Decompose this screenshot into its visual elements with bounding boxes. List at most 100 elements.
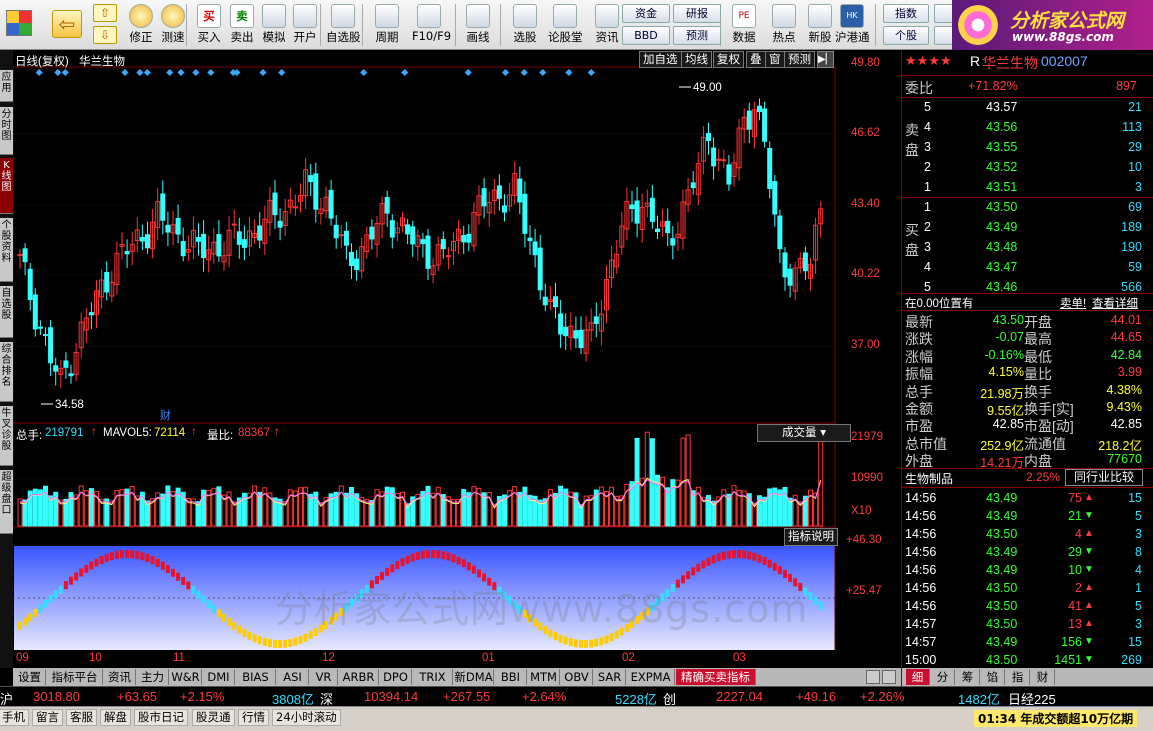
indicator-help-button[interactable]: 指标说明	[784, 528, 838, 546]
indicator-tab[interactable]: ARBR	[339, 669, 379, 685]
toolbar-button-5[interactable]: 模拟	[257, 2, 291, 48]
indicator-tab[interactable]: W&R	[170, 669, 202, 685]
panel-tab[interactable]: 细	[906, 669, 930, 685]
panel-tab[interactable]: 馅	[981, 669, 1005, 685]
status-button[interactable]: 客服	[66, 709, 97, 726]
industry-compare-button[interactable]: 同行业比较	[1065, 469, 1143, 486]
toolbar-button-12[interactable]: 论股堂	[548, 2, 583, 48]
status-button[interactable]: 留言	[32, 709, 63, 726]
news-ticker[interactable]: 01:34 年成交额超10万亿期	[974, 710, 1138, 727]
left-tab-1[interactable]: 应用	[0, 70, 13, 102]
indicator-bar	[53, 590, 58, 599]
level-volume: 21	[1128, 100, 1142, 114]
panel-tab[interactable]: 分	[931, 669, 955, 685]
chart-top-button[interactable]: 预测	[784, 51, 815, 68]
arrow-up-icon[interactable]: ⇧	[93, 4, 117, 22]
indicator-tab[interactable]: 设置	[14, 669, 46, 685]
indicator-tab[interactable]: SAR	[594, 669, 626, 685]
left-tab-2[interactable]: 分时图	[0, 107, 13, 155]
toolbar-button-11[interactable]: 选股	[508, 2, 542, 48]
tick-volume: 2	[1075, 581, 1082, 595]
tab-scroll-right-icon[interactable]: ▶	[882, 670, 896, 684]
trade-tick-row: 14:56 43.49 29 ▼ 8	[902, 544, 1153, 562]
indicator-tab[interactable]: 精确买卖指标	[676, 669, 756, 685]
indicator-tab[interactable]: 指标平台	[47, 669, 103, 685]
indicator-tab[interactable]: DPO	[380, 669, 412, 685]
vol-arrow-icon: ↑	[91, 426, 97, 438]
indicator-tab[interactable]: BBI	[495, 669, 527, 685]
toolbar-button-7[interactable]: 自选股	[326, 2, 361, 48]
status-button[interactable]: 24小时滚动	[272, 709, 341, 726]
indicator-tab[interactable]: 新DMA	[454, 669, 494, 685]
indicator-tab[interactable]: MTM	[528, 669, 560, 685]
grid-logo-icon[interactable]	[6, 10, 32, 36]
volume-dropdown[interactable]: 成交量 ▾	[757, 424, 851, 442]
chart-top-button[interactable]: 均线	[681, 51, 712, 68]
chart-top-button[interactable]: 窗	[765, 51, 785, 68]
indicator-tab[interactable]: TRIX	[413, 669, 453, 685]
toolbar-button-3[interactable]: 买买入	[192, 2, 226, 48]
sh-value: 3018.80	[33, 689, 80, 704]
status-button[interactable]: 解盘	[100, 709, 131, 726]
indicator-tab[interactable]: ASI	[277, 669, 309, 685]
chart-top-button[interactable]: 叠	[746, 51, 766, 68]
chart-canvas[interactable]: 49.00 34.58 财	[13, 50, 901, 668]
toolbar-small-button[interactable]: 个股	[883, 26, 929, 45]
toolbar-small-button[interactable]: 研报	[673, 4, 721, 23]
indicator-tab[interactable]: DMI	[203, 669, 235, 685]
indicator-bar	[405, 555, 410, 564]
industry-name[interactable]: 生物制品	[905, 470, 953, 487]
toolbar-button-6[interactable]: 开户	[288, 2, 322, 48]
indicator-tab[interactable]: BIAS	[236, 669, 276, 685]
toolbar-button-9[interactable]: F10/F9	[412, 2, 451, 48]
indicator-bar	[94, 558, 99, 567]
toolbar-small-button[interactable]: 预测	[673, 26, 721, 45]
close-panel-icon[interactable]: ▶▏	[817, 51, 834, 68]
panel-tab[interactable]: 指	[1006, 669, 1030, 685]
arrow-down-icon[interactable]: ⇩	[93, 26, 117, 44]
chart-top-button[interactable]: 加自选	[639, 51, 682, 68]
indicator-tab[interactable]: EXPMA	[627, 669, 675, 685]
toolbar-button-14[interactable]: PE 数据	[727, 2, 761, 48]
left-tab-5[interactable]: 自选股	[0, 286, 13, 338]
toolbar-small-button[interactable]: 指数	[883, 4, 929, 23]
kline-chart-area[interactable]: 49.00 34.58 财 日线(复权) 华兰生物 加自选 均线 复权叠窗预测 ▶▏ 4…	[13, 50, 901, 668]
indicator-bar	[721, 551, 726, 560]
toolbar-button-1[interactable]: 修正	[124, 2, 158, 48]
toolbar-small-button[interactable]: BBD	[622, 26, 670, 45]
toolbar-small-button[interactable]: 资金	[622, 4, 670, 23]
tab-scroll-left-icon[interactable]: ◀	[866, 670, 880, 684]
toolbar-button-8[interactable]: 周期	[370, 2, 404, 48]
status-button[interactable]: 股市日记	[134, 709, 188, 726]
toolbar-button-2[interactable]: 测速	[156, 2, 190, 48]
detail-link[interactable]: 查看详细	[1092, 295, 1138, 311]
status-button[interactable]: 行情	[238, 709, 269, 726]
toolbar-button-13[interactable]: 资讯	[590, 2, 624, 48]
toolbar-button-17[interactable]: HK 沪港通	[835, 2, 870, 48]
monitor-icon	[513, 4, 537, 28]
panel-tab[interactable]: 筹	[956, 669, 980, 685]
indicator-tab[interactable]: VR	[310, 669, 338, 685]
status-button[interactable]: 手机	[0, 709, 29, 726]
panel-tab[interactable]: 财	[1031, 669, 1055, 685]
toolbar-button-4[interactable]: 卖卖出	[225, 2, 259, 48]
indicator-tab[interactable]: OBV	[561, 669, 593, 685]
left-tab-8[interactable]: 超级盘口	[0, 470, 13, 534]
left-tab-3[interactable]: K线图	[0, 158, 13, 214]
tick-volume: 13	[1068, 617, 1082, 631]
stock-name: 华兰生物	[982, 55, 1038, 71]
status-button[interactable]: 股灵通	[192, 709, 235, 726]
sell-order-link[interactable]: 卖单!	[1060, 295, 1086, 311]
back-arrow-icon[interactable]: ⇦	[52, 10, 82, 38]
toolbar-button-16[interactable]: 新股	[803, 2, 837, 48]
event-marker-icon	[35, 68, 43, 77]
indicator-tab[interactable]: 资讯	[104, 669, 136, 685]
left-tab-7[interactable]: 牛叉诊股	[0, 406, 13, 466]
brand-banner[interactable]: 分析家公式网 www.88gs.com	[952, 0, 1153, 50]
chart-top-button[interactable]: 复权	[713, 51, 744, 68]
indicator-tab[interactable]: 主力	[137, 669, 169, 685]
left-tab-6[interactable]: 综合排名	[0, 342, 13, 402]
left-tab-4[interactable]: 个股资料	[0, 218, 13, 282]
toolbar-button-15[interactable]: 热点	[767, 2, 801, 48]
toolbar-button-10[interactable]: 画线	[461, 2, 495, 48]
